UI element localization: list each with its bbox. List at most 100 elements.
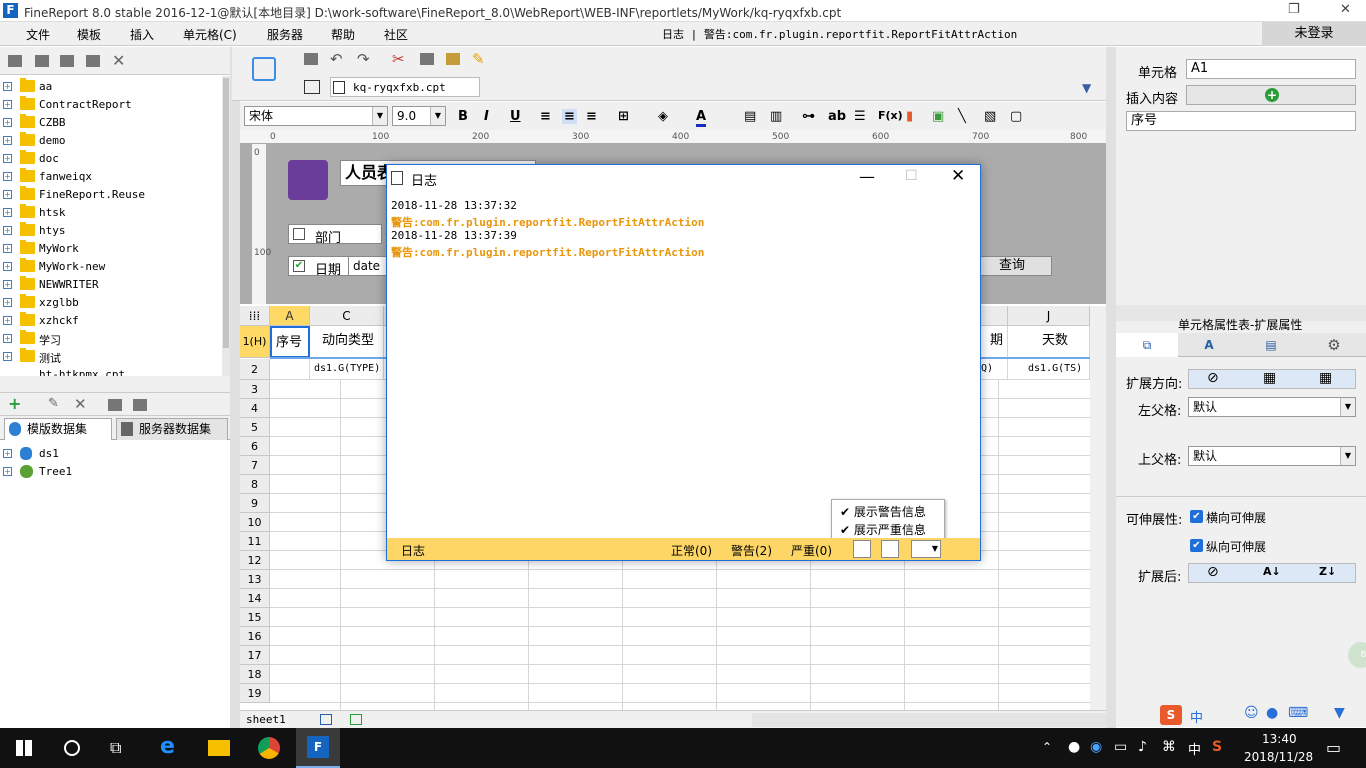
vertical-extend-icon[interactable]: ▦ bbox=[1263, 370, 1276, 386]
battery-icon[interactable]: ▭ bbox=[1114, 739, 1127, 755]
dataset-item[interactable]: + Tree1 bbox=[0, 463, 222, 481]
row-header[interactable]: 11 bbox=[240, 532, 270, 551]
maximize-icon[interactable]: ☐ bbox=[905, 168, 918, 184]
align-right-icon[interactable]: ≡ bbox=[586, 109, 597, 124]
row-header[interactable]: 13 bbox=[240, 570, 270, 589]
splitter[interactable] bbox=[0, 376, 230, 392]
panel-splitter[interactable] bbox=[230, 47, 240, 728]
font-color-icon[interactable]: A bbox=[696, 109, 707, 127]
horizontal-extend-icon[interactable]: ▦ bbox=[1319, 370, 1332, 386]
tab-template-dataset[interactable]: 模版数据集 bbox=[4, 418, 112, 440]
bold-icon[interactable]: B bbox=[458, 109, 468, 124]
tree-item[interactable]: + 学习 bbox=[0, 330, 222, 348]
expand-icon[interactable]: + bbox=[3, 190, 12, 199]
save-icon[interactable] bbox=[304, 53, 318, 65]
show-severe-option[interactable]: ✔ 展示严重信息 bbox=[840, 521, 926, 538]
log-content[interactable]: 2018-11-28 13:37:32 警告:com.fr.plugin.rep… bbox=[389, 193, 978, 539]
edit-icon[interactable]: ✎ bbox=[48, 396, 59, 411]
expand-icon[interactable]: + bbox=[3, 262, 12, 271]
column-header-j[interactable]: J bbox=[1008, 306, 1090, 326]
grid-horizontal-scrollbar[interactable] bbox=[752, 713, 1106, 727]
expand-icon[interactable]: + bbox=[3, 136, 12, 145]
row-header[interactable]: 5 bbox=[240, 418, 270, 437]
windows-start-icon[interactable] bbox=[16, 740, 32, 756]
expand-icon[interactable]: + bbox=[3, 467, 12, 476]
dataset-item[interactable]: + ds1 bbox=[0, 445, 222, 463]
select-all-icon[interactable]: ⁞⁞⁞ bbox=[240, 306, 270, 326]
tree-item[interactable]: + xzhckf bbox=[0, 312, 222, 330]
clock-date[interactable]: 2018/11/28 bbox=[1244, 750, 1313, 764]
column-header-c[interactable]: C bbox=[310, 306, 384, 326]
tree-item[interactable]: + 测试 bbox=[0, 348, 222, 366]
tab-extend-icon[interactable]: ⧉ bbox=[1116, 333, 1178, 357]
expand-icon[interactable]: + bbox=[3, 208, 12, 217]
sheet-tab[interactable]: sheet1 bbox=[246, 713, 286, 726]
copy-log-icon[interactable] bbox=[881, 540, 899, 558]
add-sheet-icon[interactable] bbox=[320, 714, 332, 725]
row-header[interactable]: 2 bbox=[240, 359, 270, 380]
checkbox-icon[interactable] bbox=[293, 228, 305, 240]
row-header[interactable]: 17 bbox=[240, 646, 270, 665]
tab-menu-icon[interactable]: ▼ bbox=[1082, 81, 1091, 95]
tree-item[interactable]: + doc bbox=[0, 150, 222, 168]
border-icon[interactable]: ⊞ bbox=[618, 109, 629, 124]
insert-content-button[interactable]: + bbox=[1186, 85, 1356, 105]
preview-icon[interactable] bbox=[108, 399, 122, 411]
align-left-icon[interactable]: ≡ bbox=[540, 109, 551, 124]
copy-icon[interactable] bbox=[420, 53, 434, 65]
text-icon[interactable]: ab bbox=[828, 109, 846, 124]
menu-file[interactable]: 文件 bbox=[26, 26, 50, 43]
row-header[interactable]: 18 bbox=[240, 665, 270, 684]
split-icon[interactable]: ▥ bbox=[770, 109, 782, 124]
no-extend-icon[interactable]: ⊘ bbox=[1207, 370, 1219, 386]
restore-icon[interactable]: ❐ bbox=[1288, 2, 1300, 17]
ime-toolbar[interactable]: S 中 ☺ ● ⌨ ▼ bbox=[1160, 703, 1366, 727]
format-brush-icon[interactable]: ✎ bbox=[472, 50, 485, 68]
wifi-icon[interactable]: ⌘ bbox=[1162, 739, 1176, 755]
edge-icon[interactable]: e bbox=[160, 734, 175, 759]
font-size-select[interactable]: 9.0 ▼ bbox=[392, 106, 446, 126]
tree-scrollbar[interactable] bbox=[222, 76, 230, 376]
tree-item[interactable]: + MyWork bbox=[0, 240, 222, 258]
tab-cell-icon[interactable]: ▤ bbox=[1240, 333, 1302, 357]
content-input[interactable]: 序号 bbox=[1126, 111, 1356, 131]
add-sheet2-icon[interactable] bbox=[350, 714, 362, 725]
dialog-titlebar[interactable]: 日志 — ☐ ✕ bbox=[387, 165, 980, 191]
sort-desc-icon[interactable]: Z↓ bbox=[1319, 565, 1336, 578]
show-warning-option[interactable]: ✔ 展示警告信息 bbox=[840, 503, 926, 520]
filter-dropdown-icon[interactable]: ▼ bbox=[911, 540, 941, 558]
tree-item[interactable]: + aa bbox=[0, 78, 222, 96]
menu-cell[interactable]: 单元格(C) bbox=[183, 26, 237, 43]
row-header[interactable]: 9 bbox=[240, 494, 270, 513]
row-header[interactable]: 14 bbox=[240, 589, 270, 608]
tray-chevron-icon[interactable]: ⌃ bbox=[1042, 740, 1052, 754]
row-header[interactable]: 4 bbox=[240, 399, 270, 418]
font-select[interactable]: 宋体 ▼ bbox=[244, 106, 388, 126]
cut-icon[interactable]: ✂ bbox=[392, 50, 405, 68]
row-header[interactable]: 16 bbox=[240, 627, 270, 646]
normal-count[interactable]: 正常(0) bbox=[671, 542, 712, 559]
notification-icon[interactable]: ▭ bbox=[1326, 738, 1341, 757]
widget-icon[interactable]: ▢ bbox=[1010, 109, 1022, 124]
cell-c1[interactable]: 动向类型 bbox=[310, 326, 384, 358]
search-icon[interactable] bbox=[64, 740, 80, 756]
tree-item[interactable]: + xzglbb bbox=[0, 294, 222, 312]
cell-c2[interactable]: ds1.G(TYPE) bbox=[310, 359, 384, 380]
panel-splitter[interactable] bbox=[1106, 47, 1116, 728]
expand-icon[interactable]: + bbox=[3, 244, 12, 253]
menu-insert[interactable]: 插入 bbox=[130, 26, 154, 43]
date-input[interactable]: date bbox=[348, 256, 388, 276]
underline-icon[interactable]: U bbox=[510, 109, 521, 124]
tree-item[interactable]: + FineReport.Reuse bbox=[0, 186, 222, 204]
v-stretch-checkbox[interactable]: ✔ bbox=[1190, 539, 1203, 552]
ime-mode[interactable]: 中 bbox=[1190, 707, 1203, 726]
log-filter-popup[interactable]: ✔ 展示警告信息 ✔ 展示严重信息 bbox=[831, 499, 945, 539]
explorer-icon[interactable] bbox=[208, 740, 230, 756]
tree-item[interactable]: + NEWWRITER bbox=[0, 276, 222, 294]
undo-icon[interactable]: ↶ bbox=[330, 50, 343, 68]
network-app-icon[interactable]: ◉ bbox=[1090, 739, 1102, 755]
chart-icon[interactable]: ▮ bbox=[906, 109, 913, 124]
cell-j1[interactable]: 天数 bbox=[1008, 326, 1090, 358]
keyboard-icon[interactable]: ⌨ bbox=[1288, 705, 1308, 721]
chrome-icon[interactable] bbox=[258, 737, 280, 759]
